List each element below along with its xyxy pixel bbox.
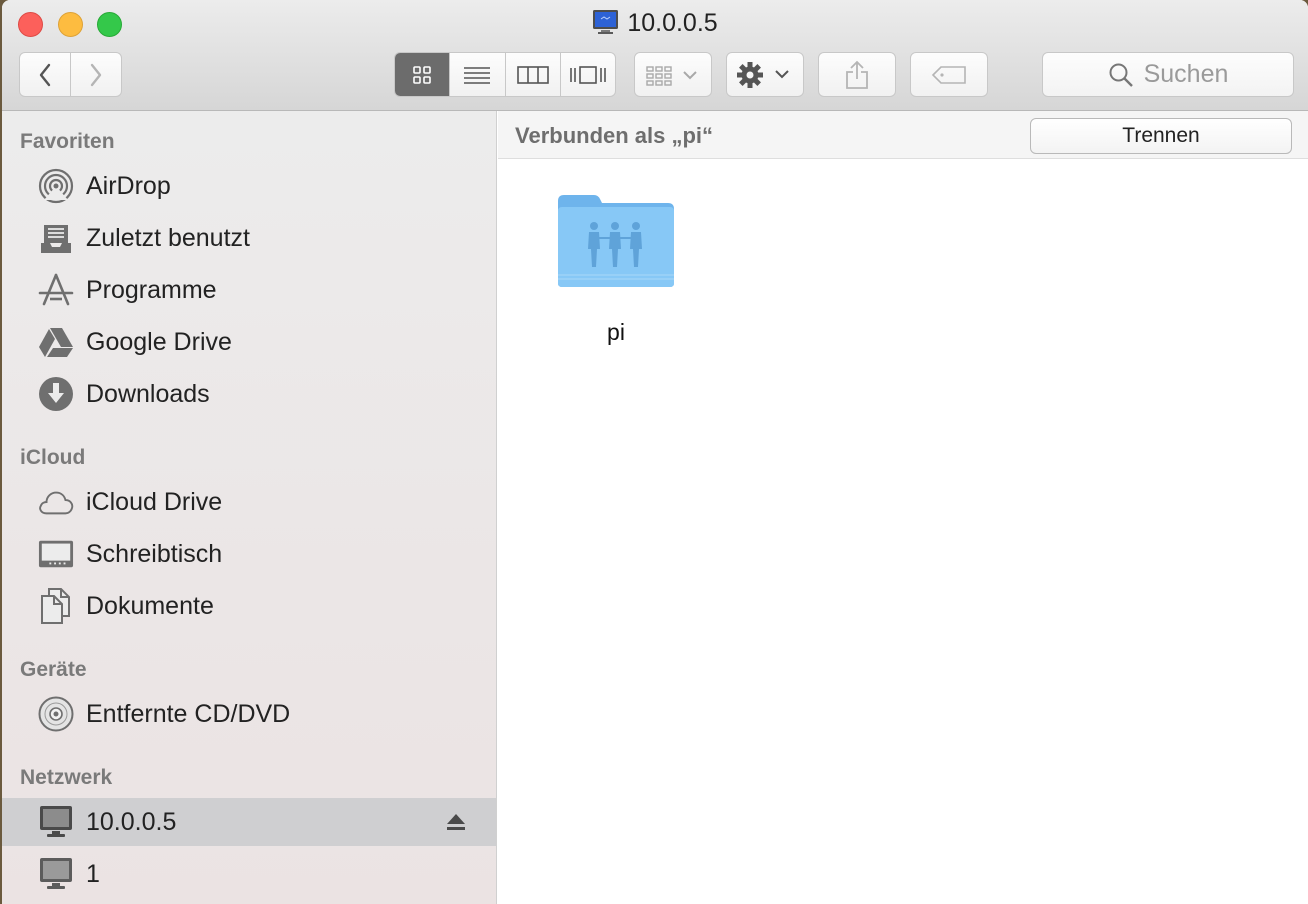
sidebar-item-label: Programme: [86, 275, 217, 304]
eject-icon: [447, 814, 465, 830]
eject-button[interactable]: [446, 813, 466, 836]
downloads-icon: [38, 376, 74, 412]
cover-flow-button[interactable]: [561, 53, 615, 96]
list-view-icon: [464, 66, 491, 84]
toolbar: 10.0.0.5 Suchen: [2, 0, 1308, 111]
sidebar-header-netzwerk: Netzwerk: [20, 766, 113, 789]
sidebar-item-label: 10.0.0.5: [86, 807, 177, 836]
icon-view-icon: [413, 65, 431, 84]
sidebar-item-label: Schreibtisch: [86, 539, 223, 568]
sidebar-item-entfernte-cd-dvd[interactable]: Entfernte CD/DVD: [2, 690, 496, 738]
chevron-left-icon: [39, 63, 51, 86]
computer-icon: [38, 804, 74, 840]
list-view-button[interactable]: [450, 53, 506, 96]
sidebar-item-1[interactable]: 1: [2, 850, 496, 898]
tag-icon: [931, 65, 966, 84]
search-placeholder: Suchen: [1143, 60, 1229, 88]
view-switcher: [394, 52, 616, 97]
disc-icon: [38, 696, 74, 732]
connection-bar: Verbunden als „pi“ Trennen: [498, 111, 1308, 159]
back-button[interactable]: [19, 52, 71, 97]
sidebar-header-icloud: iCloud: [20, 446, 86, 469]
recents-icon: [38, 220, 74, 256]
sidebar-item-dokumente[interactable]: Dokumente: [2, 582, 496, 630]
chevron-right-icon: [90, 63, 102, 86]
cloud-icon: [38, 484, 74, 520]
sidebar-item-label: Zuletzt benutzt: [86, 223, 250, 252]
sidebar-item-label: Entfernte CD/DVD: [86, 699, 291, 728]
column-view-icon: [516, 65, 549, 84]
disconnect-button[interactable]: Trennen: [1030, 118, 1292, 154]
sidebar: Favoriten AirDrop Zuletzt benutzt Progra…: [2, 111, 497, 904]
sidebar-item-label: Dokumente: [86, 591, 214, 620]
search-icon: [1109, 63, 1133, 87]
window-title-text: 10.0.0.5: [627, 9, 718, 37]
sidebar-item-downloads[interactable]: Downloads: [2, 370, 496, 418]
column-view-button[interactable]: [506, 53, 561, 96]
sidebar-item-label: iCloud Drive: [86, 487, 223, 516]
folder-name: pi: [607, 319, 625, 345]
documents-icon: [38, 588, 74, 624]
sidebar-item-schreibtisch[interactable]: Schreibtisch: [2, 530, 496, 578]
network-monitor-icon: [593, 10, 619, 34]
connected-as-label: Verbunden als „pi“: [515, 123, 714, 148]
share-icon: [846, 60, 868, 89]
content-area: Verbunden als „pi“ Trennen pi: [498, 111, 1308, 904]
window-title: 10.0.0.5: [2, 9, 1308, 38]
sidebar-item-label: Downloads: [86, 379, 210, 408]
sidebar-item-label: AirDrop: [86, 171, 171, 200]
airdrop-icon: [38, 168, 74, 204]
desktop-icon: [38, 536, 74, 572]
search-field[interactable]: Suchen: [1042, 52, 1294, 97]
applications-icon: [38, 272, 74, 308]
google-drive-icon: [38, 324, 74, 360]
sidebar-item-programme[interactable]: Programme: [2, 266, 496, 314]
forward-button[interactable]: [70, 52, 122, 97]
tag-button[interactable]: [910, 52, 988, 97]
sidebar-item-label: Google Drive: [86, 327, 232, 356]
sidebar-item-airdrop[interactable]: AirDrop: [2, 162, 496, 210]
sidebar-item-label: 1: [86, 859, 100, 888]
sidebar-item-google-drive[interactable]: Google Drive: [2, 318, 496, 366]
sidebar-item-10-0-0-5[interactable]: 10.0.0.5: [2, 798, 496, 846]
gear-icon: [737, 61, 789, 88]
action-menu-button[interactable]: [726, 52, 804, 97]
sidebar-header-favoriten: Favoriten: [20, 130, 115, 153]
arrange-button[interactable]: [634, 52, 712, 97]
sidebar-header-geraete: Geräte: [20, 658, 87, 681]
share-button[interactable]: [818, 52, 896, 97]
sidebar-item-zuletzt-benutzt[interactable]: Zuletzt benutzt: [2, 214, 496, 262]
shared-folder-icon[interactable]: [554, 191, 678, 291]
sidebar-item-icloud-drive[interactable]: iCloud Drive: [2, 478, 496, 526]
icon-view-button[interactable]: [395, 53, 451, 96]
cover-flow-icon: [570, 65, 606, 84]
finder-window: 10.0.0.5 Suchen Favoriten AirDrop Zuletz…: [2, 0, 1308, 904]
computer-icon: [38, 856, 74, 892]
arrange-grid-icon: [646, 65, 697, 86]
